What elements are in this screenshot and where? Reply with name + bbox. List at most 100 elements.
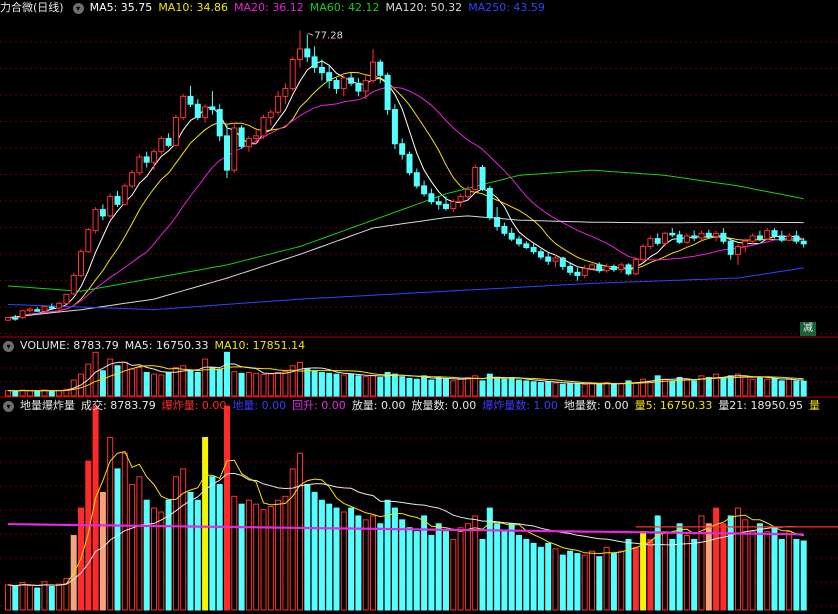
indicator-bar xyxy=(34,587,41,611)
candle-body xyxy=(552,257,559,262)
candle-body xyxy=(253,135,260,140)
indicator-bar xyxy=(267,506,274,611)
candle-body xyxy=(632,259,639,275)
candle-body xyxy=(297,48,303,60)
candle-body xyxy=(78,251,84,276)
candle-body xyxy=(669,232,676,236)
indicator-bar xyxy=(275,499,282,611)
volume-bar xyxy=(26,390,33,397)
volume-bar xyxy=(297,361,303,397)
candle-body xyxy=(92,209,99,232)
indicator-bar xyxy=(764,531,771,611)
volume-bar xyxy=(99,370,106,397)
candle-body xyxy=(355,82,362,92)
indicator-title: 地量爆炸量 xyxy=(20,399,75,412)
candle-body xyxy=(778,235,785,241)
indicator-bar xyxy=(187,491,194,611)
candle-body xyxy=(5,317,11,321)
indicator-legend-item: 量5: 16750.33 xyxy=(634,399,713,412)
indicator-bar xyxy=(348,507,355,611)
candle-body xyxy=(610,265,617,271)
volume-bar xyxy=(749,378,756,397)
candle-body xyxy=(231,127,238,171)
volume-bar xyxy=(267,373,274,397)
candle-body xyxy=(136,156,143,174)
candle-body xyxy=(530,247,537,253)
candle-body xyxy=(596,264,603,272)
volume-bar xyxy=(399,376,406,397)
volume-bar xyxy=(654,375,661,397)
volume-bar xyxy=(355,375,362,397)
candle-body xyxy=(267,111,274,118)
indicator-legend-item: 成交: 8783.79 xyxy=(81,399,156,412)
candle-body xyxy=(216,109,223,137)
volume-bar xyxy=(362,376,369,397)
indicator-bar xyxy=(406,527,413,611)
collapse-icon[interactable]: ▾ xyxy=(3,340,14,352)
volume-bar xyxy=(245,371,252,397)
indicator-bar xyxy=(508,523,515,611)
indicator-bar xyxy=(260,509,267,611)
indicator-bar xyxy=(800,540,807,611)
volume-bar xyxy=(165,371,172,397)
volume-bar xyxy=(479,380,486,397)
indicator-bar xyxy=(209,476,216,611)
indicator-bar xyxy=(589,550,595,611)
candle-body xyxy=(516,238,522,245)
candle-body xyxy=(85,229,92,253)
volume-bar xyxy=(727,375,734,397)
collapse-icon[interactable]: ▾ xyxy=(3,400,14,412)
indicator-bar xyxy=(56,583,63,611)
candle-body xyxy=(348,77,355,84)
stock-chart[interactable]: 77.28 xyxy=(0,0,838,614)
indicator-bar xyxy=(450,538,457,611)
volume-bar xyxy=(377,377,384,397)
volume-bar xyxy=(151,373,157,397)
indicator-bar xyxy=(735,507,741,611)
high-price-pointer xyxy=(308,32,314,36)
candle-body xyxy=(603,265,610,272)
indicator-bar xyxy=(603,546,610,611)
volume-bar xyxy=(275,371,282,397)
volume-bar xyxy=(224,351,230,397)
candle-body xyxy=(654,238,661,244)
candle-body xyxy=(12,317,19,320)
indicator-bar xyxy=(793,538,800,611)
indicator-bar xyxy=(333,507,340,611)
indicator-bar xyxy=(610,553,617,611)
indicator-bar xyxy=(640,531,647,611)
indicator-legend-item: 量 xyxy=(809,399,820,412)
candle-body xyxy=(304,48,311,58)
candle-body xyxy=(340,77,347,89)
main-pane-header: 力合微(日线) ▾ MA5: 35.75 MA10: 34.86 MA20: 36.12… xyxy=(0,0,838,16)
indicator-bar xyxy=(676,523,683,611)
volume-bar xyxy=(669,380,676,397)
candle-body xyxy=(793,235,800,242)
candle-body xyxy=(698,232,705,239)
candle-body xyxy=(282,87,289,97)
indicator-bars xyxy=(5,405,838,611)
volume-bar xyxy=(501,378,508,397)
volume-bar xyxy=(567,382,574,397)
candle-body xyxy=(756,235,763,240)
reduce-badge[interactable]: 减 xyxy=(800,322,816,336)
candle-body xyxy=(647,238,654,247)
candle-body xyxy=(771,230,778,237)
indicator-bar xyxy=(552,548,559,611)
candle-body xyxy=(720,232,727,242)
volume-bar xyxy=(370,375,376,397)
volume-bar xyxy=(56,389,63,397)
indicator-bar xyxy=(129,484,136,611)
candle-body xyxy=(194,103,201,118)
collapse-icon[interactable]: ▾ xyxy=(72,2,84,14)
candle-body xyxy=(508,232,515,240)
volume-bar xyxy=(180,365,187,397)
candle-body xyxy=(107,195,114,217)
indicator-bar xyxy=(399,519,406,611)
volume-bar xyxy=(318,371,325,397)
candle-body xyxy=(581,268,588,276)
volume-bar xyxy=(494,377,501,397)
volume-bar xyxy=(12,390,19,397)
candle-body xyxy=(362,80,369,92)
volume-ma5-label: MA5: 16750.33 xyxy=(124,339,209,352)
